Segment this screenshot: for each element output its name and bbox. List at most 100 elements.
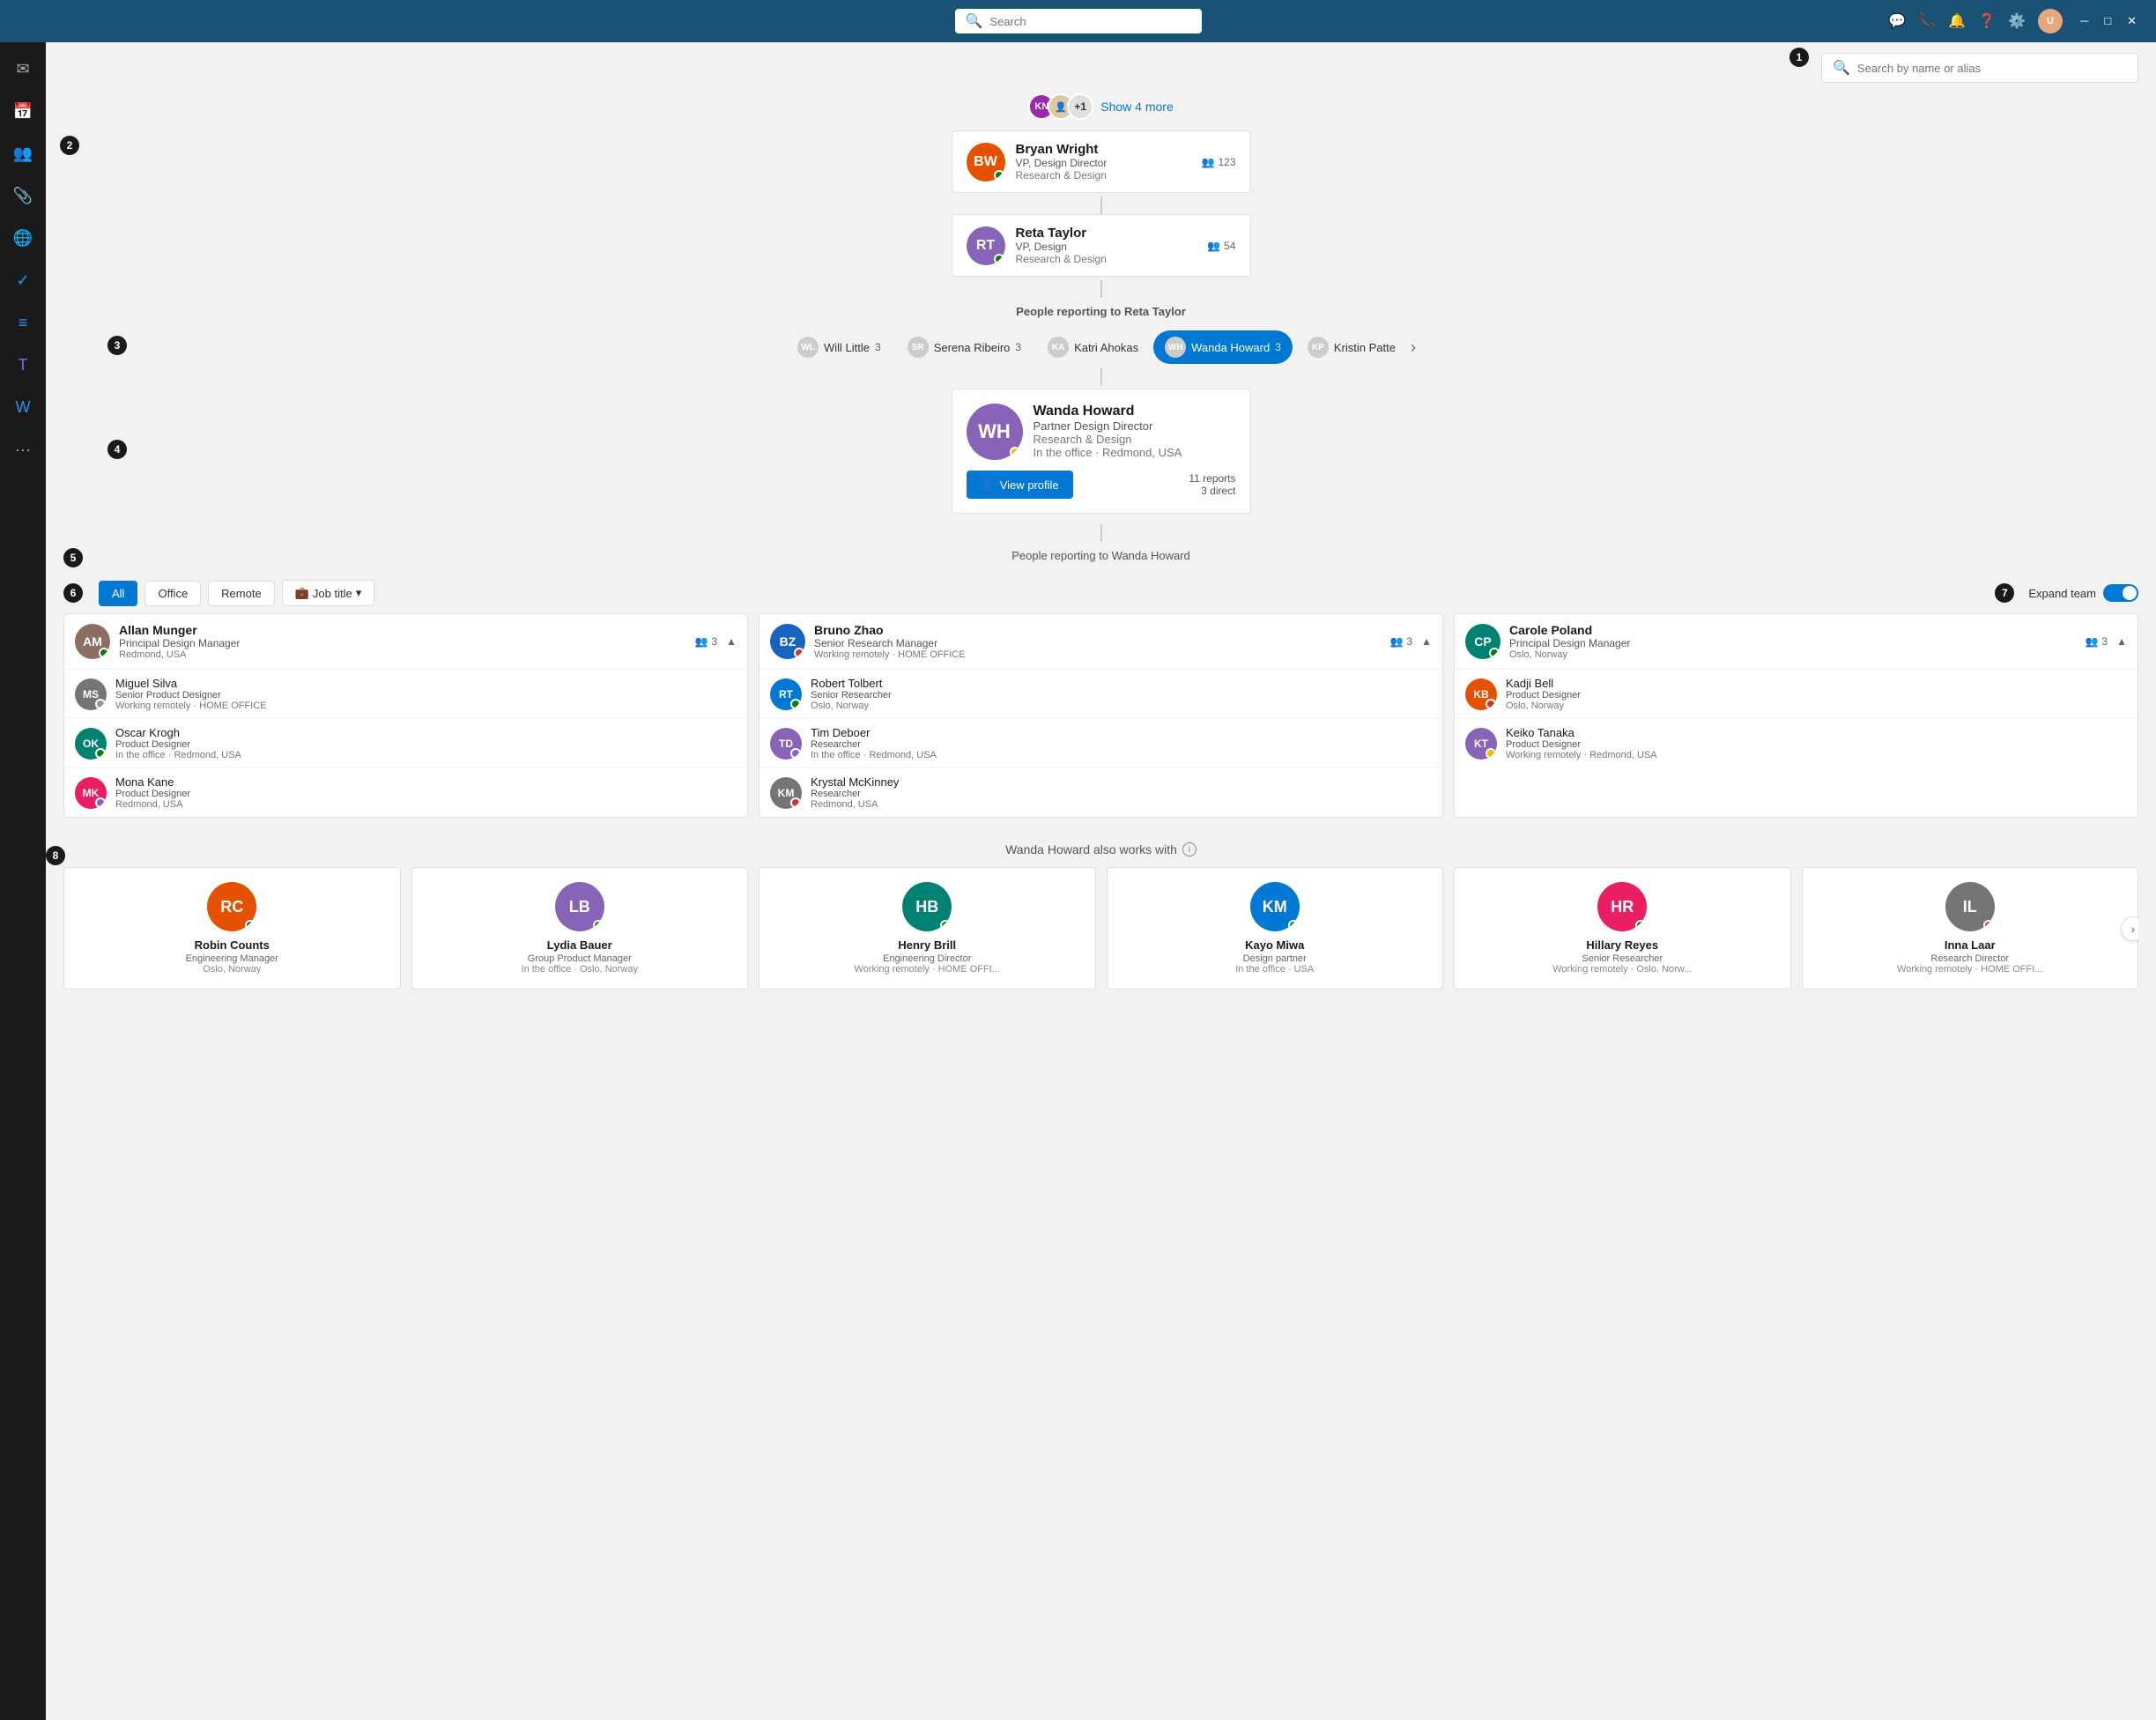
tab-avatar-will: WL [797, 337, 819, 358]
app-layout: ✉ 📅 👥 📎 🌐 ✓ ≡ T W ··· 🔍 1 2 [0, 42, 2156, 1720]
name-kadji: Kadji Bell [1506, 677, 1581, 690]
next-arrow-button[interactable]: › [2121, 916, 2138, 941]
sidebar-item-teams[interactable]: T [4, 345, 42, 384]
sidebar-item-calendar[interactable]: 📅 [4, 92, 42, 130]
info-reta: Reta Taylor VP, Design Research & Design [1016, 226, 1197, 265]
sidebar: ✉ 📅 👥 📎 🌐 ✓ ≡ T W ··· [0, 42, 46, 1720]
label-badge-7: 7 [1995, 583, 2014, 603]
status-mona [95, 797, 106, 808]
search-by-name-input[interactable] [1857, 62, 2127, 75]
name-robin: Robin Counts [195, 938, 270, 952]
call-icon[interactable]: 📞 [1918, 12, 1936, 30]
filter-remote-button[interactable]: Remote [208, 581, 275, 606]
sidebar-item-check[interactable]: ✓ [4, 261, 42, 300]
settings-icon[interactable]: ⚙️ [2008, 12, 2026, 30]
member-keiko[interactable]: KT Keiko Tanaka Product Designer Working… [1455, 719, 2137, 767]
status-robert [790, 699, 801, 709]
member-tim[interactable]: TD Tim Deboer Researcher In the office ·… [759, 719, 1442, 768]
sidebar-item-list[interactable]: ≡ [4, 303, 42, 342]
chat-icon[interactable]: 💬 [1888, 12, 1906, 30]
sidebar-item-org[interactable]: 🌐 [4, 219, 42, 257]
works-card-kayo[interactable]: KM Kayo Miwa Design partner In the offic… [1107, 867, 1444, 990]
status-kadji [1485, 699, 1496, 709]
toggle-knob [2123, 586, 2137, 600]
person-card-bryan[interactable]: BW Bryan Wright VP, Design Director Rese… [952, 130, 1251, 193]
team-group-carole: CP Carole Poland Principal Design Manage… [1454, 613, 2138, 818]
title-inna: Research Director [1930, 953, 2009, 964]
status-kayo [1288, 920, 1299, 930]
loc-lydia: In the office · Oslo, Norway [522, 964, 638, 975]
name-lydia: Lydia Bauer [547, 938, 612, 952]
sidebar-item-more[interactable]: ··· [4, 430, 42, 469]
avatar-robert: RT [770, 678, 802, 710]
member-krystal[interactable]: KM Krystal McKinney Researcher Redmond, … [759, 768, 1442, 817]
info-bruno: Bruno Zhao Senior Research Manager Worki… [814, 623, 1381, 660]
tab-will[interactable]: WL Will Little 3 [786, 330, 893, 364]
title-robert: Senior Researcher [811, 690, 892, 701]
works-card-lydia[interactable]: LB Lydia Bauer Group Product Manager In … [411, 867, 749, 990]
member-mona[interactable]: MK Mona Kane Product Designer Redmond, U… [64, 768, 747, 817]
label-badge-3: 3 [107, 336, 127, 355]
view-profile-button[interactable]: 👤 View profile [967, 471, 1073, 499]
title-mona: Product Designer [115, 789, 190, 799]
close-button[interactable]: ✕ [2122, 14, 2142, 28]
group-header-bruno[interactable]: BZ Bruno Zhao Senior Research Manager Wo… [759, 614, 1442, 670]
person-card-reta[interactable]: RT Reta Taylor VP, Design Research & Des… [952, 214, 1251, 277]
filter-office-button[interactable]: Office [144, 581, 201, 606]
status-lydia [593, 920, 604, 930]
works-card-inna[interactable]: IL Inna Laar Research Director Working r… [1802, 867, 2139, 990]
sidebar-item-word[interactable]: W [4, 388, 42, 426]
expand-team-toggle[interactable] [2103, 584, 2138, 602]
member-kadji[interactable]: KB Kadji Bell Product Designer Oslo, Nor… [1455, 670, 2137, 719]
maximize-button[interactable]: □ [2099, 14, 2116, 28]
wanda-reports-count: 11 reports 3 direct [1189, 472, 1235, 497]
tab-kristin[interactable]: KP Kristin Patte [1296, 330, 1407, 364]
tab-wanda[interactable]: WH Wanda Howard 3 [1153, 330, 1293, 364]
member-oscar[interactable]: OK Oscar Krogh Product Designer In the o… [64, 719, 747, 768]
filter-all-button[interactable]: All [99, 581, 137, 606]
member-miguel[interactable]: MS Miguel Silva Senior Product Designer … [64, 670, 747, 719]
help-icon[interactable]: ❓ [1978, 12, 1996, 30]
group-header-carole[interactable]: CP Carole Poland Principal Design Manage… [1455, 614, 2137, 670]
title-oscar: Product Designer [115, 739, 241, 750]
team-group-allan: AM Allan Munger Principal Design Manager… [63, 613, 748, 818]
sidebar-item-mail[interactable]: ✉ [4, 49, 42, 88]
status-henry [940, 920, 951, 930]
reports-label-text: People reporting to [1016, 305, 1121, 318]
tab-katri[interactable]: KA Katri Ahokas [1036, 330, 1150, 364]
title-search[interactable]: 🔍 [955, 9, 1202, 33]
bell-icon[interactable]: 🔔 [1948, 12, 1966, 30]
user-avatar[interactable]: U [2038, 9, 2063, 33]
info-icon[interactable]: i [1182, 842, 1197, 856]
member-robert[interactable]: RT Robert Tolbert Senior Researcher Oslo… [759, 670, 1442, 719]
sidebar-item-people[interactable]: 👥 [4, 134, 42, 173]
minimize-button[interactable]: ─ [2075, 14, 2093, 28]
works-card-henry[interactable]: HB Henry Brill Engineering Director Work… [759, 867, 1096, 990]
sidebar-item-attach[interactable]: 📎 [4, 176, 42, 215]
title-search-input[interactable] [989, 15, 1190, 28]
title-tim: Researcher [811, 739, 937, 750]
top-search-container[interactable]: 🔍 [1821, 53, 2138, 83]
group-header-allan[interactable]: AM Allan Munger Principal Design Manager… [64, 614, 747, 670]
chevron-up-icon-allan[interactable]: ▲ [726, 635, 737, 648]
info-mona: Mona Kane Product Designer Redmond, USA [115, 775, 190, 810]
loc-krystal: Redmond, USA [811, 799, 899, 810]
tab-count-wanda: 3 [1275, 341, 1281, 353]
label-badge-8: 8 [46, 846, 65, 865]
tab-name-katri: Katri Ahokas [1074, 341, 1138, 354]
filter-jobtitle-button[interactable]: 💼 Job title ▾ [282, 580, 375, 606]
tab-avatar-kristin: KP [1308, 337, 1329, 358]
name-allan: Allan Munger [119, 623, 685, 637]
chevron-up-icon-carole[interactable]: ▲ [2116, 635, 2127, 648]
chevron-up-icon-bruno[interactable]: ▲ [1421, 635, 1432, 648]
tab-serena[interactable]: SR Serena Ribeiro 3 [896, 330, 1033, 364]
title-bryan: VP, Design Director [1016, 157, 1191, 169]
people-icon-allan: 👥 [694, 635, 708, 648]
works-card-hillary[interactable]: HR Hillary Reyes Senior Researcher Worki… [1454, 867, 1791, 990]
works-card-robin[interactable]: RC Robin Counts Engineering Manager Oslo… [63, 867, 401, 990]
search-icon: 🔍 [966, 12, 983, 30]
show-more-link[interactable]: Show 4 more [1100, 100, 1173, 114]
view-profile-label: View profile [1000, 478, 1059, 492]
more-tabs-button[interactable]: › [1411, 338, 1416, 357]
reports-label-name: Reta Taylor [1124, 305, 1186, 318]
